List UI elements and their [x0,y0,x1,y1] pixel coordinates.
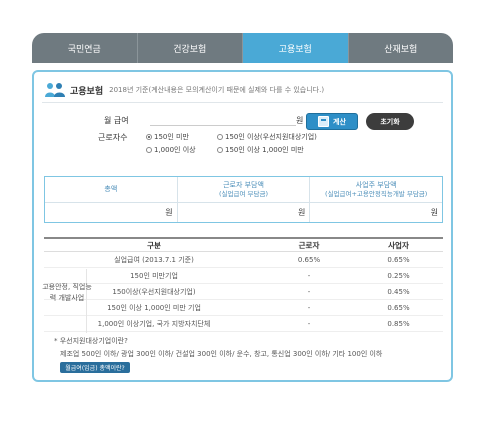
radio-label: 1,000인 이상 [154,146,196,154]
panel-title: 고용보험 [70,86,104,97]
insurance-tabs: 국민연금 건강보험 고용보험 산재보험 [32,33,453,63]
employer-share-header: 사업주 부담액 (실업급여+고용안정직능개발 부담금) [325,180,428,198]
worker-share-value: 원 [178,203,311,222]
calculator-icon [318,116,330,127]
radio-over-1000[interactable]: 1,000인 이상 [146,145,196,155]
panel-header: 고용보험 2018년 기준(계산내용은 모의계산이기 때문에 실제와 다를 수 … [44,82,324,98]
salary-input[interactable] [150,112,296,126]
table-row: 실업급여 (2013.7.1 기준) 0.65% 0.65% [44,252,443,268]
header-divider [42,102,443,103]
table-row: 150인 이상 1,000인 미만 기업 - 0.65% [44,300,443,316]
rates-group-label: 고용안정, 직업능력 개발사업 [42,283,92,302]
salary-unit: 원 [296,116,304,125]
salary-total-info-button[interactable]: 월급여(임금) 총액이란? [60,362,130,373]
result-values-row: 원 원 원 [45,203,442,222]
total-value: 원 [45,203,178,222]
rates-header-employer: 사업자 [388,240,409,250]
table-row: 150이상(우선지원대상기업) - 0.45% [44,284,443,300]
radio-150-priority[interactable]: 150인 이상(우선지원대상기업) [217,132,317,142]
tab-employment-insurance[interactable]: 고용보험 [243,33,349,63]
table-row: 1,000인 이상기업, 국가 지방자치단체 - 0.85% [44,316,443,332]
radio-dot[interactable] [217,134,223,140]
tab-industrial-accident-insurance[interactable]: 산재보험 [348,33,453,63]
table-row: 150인 미만기업 - 0.25% [44,268,443,284]
salary-label: 월 급여 [104,116,129,125]
calculate-button[interactable]: 계산 [306,113,358,130]
reset-button[interactable]: 초기화 [366,113,414,130]
tab-national-pension[interactable]: 국민연금 [32,33,138,63]
radio-dot[interactable] [217,147,223,153]
radio-label: 150인 미만 [154,133,189,141]
total-header: 총액 [45,177,178,202]
note-detail: 제조업 500인 이하/ 광업 300인 이하/ 건설업 300인 이하/ 운수… [60,350,383,358]
rates-header-row: 구분 근로자 사업자 [44,237,443,252]
worker-share-header: 근로자 부담액 (실업급여 부담금) [178,177,311,202]
radio-under-150[interactable]: 150인 미만 [146,132,189,142]
rates-header-kind: 구분 [147,240,161,250]
radio-label: 150인 이상(우선지원대상기업) [225,133,317,141]
rates-table: 구분 근로자 사업자 실업급여 (2013.7.1 기준) 0.65% 0.65… [44,237,443,332]
employer-share-value: 원 [430,208,439,217]
workers-label: 근로자수 [98,133,128,142]
result-header-row: 총액 근로자 부담액 (실업급여 부담금) 사업주 부담액 (실업급여+고용안정… [45,177,442,203]
radio-150-to-1000[interactable]: 150인 이상 1,000인 미만 [217,145,304,155]
radio-label: 150인 이상 1,000인 미만 [225,146,304,154]
tab-health-insurance[interactable]: 건강보험 [137,33,243,63]
note-title: * 우선지원대상기업이란? [54,337,128,345]
radio-dot[interactable] [146,147,152,153]
calculator-panel: 고용보험 2018년 기준(계산내용은 모의계산이기 때문에 실제와 다를 수 … [32,70,453,382]
radio-dot[interactable] [146,134,152,140]
rates-header-worker: 근로자 [298,240,320,250]
result-table: 총액 근로자 부담액 (실업급여 부담금) 사업주 부담액 (실업급여+고용안정… [44,176,443,223]
calculate-button-label: 계산 [333,117,346,126]
panel-note: 2018년 기준(계산내용은 모의계산이기 때문에 실제와 다를 수 있습니다.… [109,86,325,94]
people-icon [44,82,66,98]
